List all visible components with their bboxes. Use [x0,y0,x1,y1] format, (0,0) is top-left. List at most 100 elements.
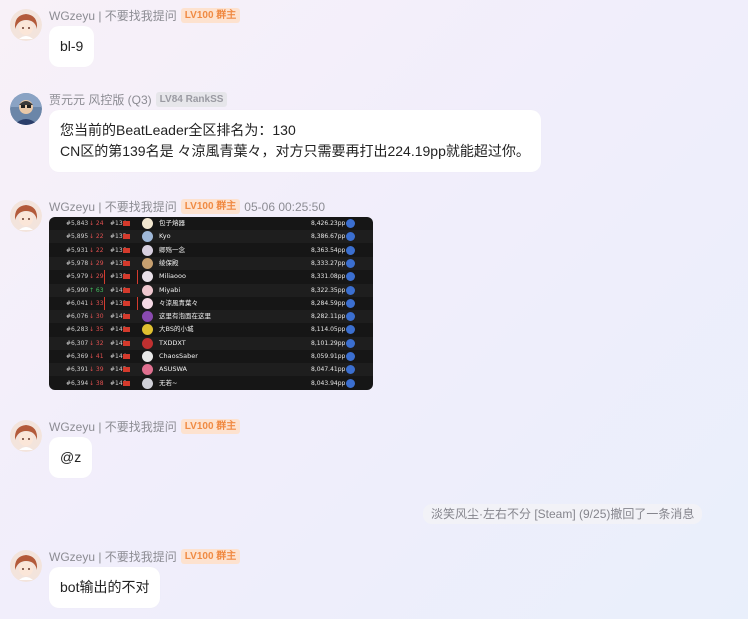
user-profile-icon[interactable] [346,272,355,282]
anime-girl-avatar-icon[interactable] [10,9,42,41]
message-bubble[interactable]: bl-9 [49,26,95,67]
global-rank: #6,041 [66,299,89,307]
message-bubble[interactable]: @z [49,437,93,478]
player-pp: 8,322.35pp [311,286,346,294]
player-name: 无若~ [159,378,178,387]
user-profile-icon[interactable] [346,298,355,308]
owner-badge: LV100 群主 [180,549,241,564]
rank-change: ↓ 29 [89,273,104,281]
flag-icon [123,234,130,240]
player-avatar-icon [142,284,153,296]
player-avatar-icon [142,377,153,389]
flag-icon [123,287,130,293]
player-avatar-icon [142,297,153,309]
rank-change: ↓ 24 [89,220,104,227]
user-profile-icon[interactable] [346,232,355,242]
global-rank: #6,391 [66,366,89,374]
leaderboard-row: #5,978 ↓ 29 #137 绫保殿 8,333.27pp [49,256,373,270]
message-bubble[interactable]: 您当前的BeatLeader全区排名为：130 CN区的第139名是 々涼風青葉… [49,110,541,172]
leaderboard-row: #5,979 ↓ 29 #138 Miliaooo 8,331.08pp [49,270,373,283]
leaderboard-row: #6,041 ↓ 33 #139 々涼風青葉々 8,284.59pp [49,297,373,310]
rank-change: ↓ 29 [89,259,104,267]
message-meta: WGzeyu | 不要找我提问 LV100 群主 [49,7,241,24]
player-pp: 8,331.08pp [311,273,346,281]
player-avatar-icon [142,257,153,269]
player-avatar-icon [142,351,153,362]
user-profile-icon[interactable] [346,258,355,268]
user-profile-icon[interactable] [346,285,355,295]
sender-name[interactable]: WGzeyu | 不要找我提问 [49,418,177,435]
player-avatar-icon [142,218,153,229]
flag-icon [123,327,130,333]
player-avatar-icon [142,324,153,336]
rank-change: ↓ 39 [89,366,104,374]
player-pp: 8,043.94pp [311,379,346,387]
rank-change: ↓ 30 [89,313,104,321]
player-avatar-icon [142,271,153,283]
owner-badge: LV100 群主 [180,8,241,23]
player-name: Miliaooo [159,272,186,281]
global-rank: #6,307 [66,339,89,347]
anime-girl-avatar-icon[interactable] [10,200,42,232]
user-profile-icon[interactable] [346,365,355,375]
owner-badge: LV100 群主 [180,199,241,214]
rank-change: ↓ 35 [89,326,104,334]
player-pp: 8,114.05pp [311,326,346,334]
leaderboard-row: #5,895 ↓ 22 #135 Kyo 8,386.67pp [49,230,373,244]
player-name: Kyo [159,232,171,241]
leaderboard-image[interactable]: #5,843 ↓ 24 #134 包子熔器 8,426.23pp #5,895 ↓ 22 #1… [49,217,373,390]
user-profile-icon[interactable] [346,338,355,348]
sender-name[interactable]: WGzeyu | 不要找我提问 [49,548,177,565]
player-pp: 8,386.67pp [311,233,346,241]
player-name: 这里有泡面在这里 [159,312,211,321]
player-pp: 8,363.54pp [311,246,346,254]
flag-icon [123,380,130,386]
leaderboard-row: #6,076 ↓ 30 #141 这里有泡面在这里 8,282.11pp [49,310,373,324]
flag-icon [123,274,130,280]
user-profile-icon[interactable] [346,219,355,228]
global-rank: #5,895 [66,233,89,241]
global-rank: #6,394 [66,379,89,387]
leaderboard-row: #6,394 ↓ 38 #146 无若~ 8,043.94pp [49,377,373,390]
rank-change: ↓ 41 [89,353,104,360]
message-meta: WGzeyu | 不要找我提问 LV100 群主 [49,418,241,435]
player-pp: 8,426.23pp [311,220,346,227]
user-profile-icon[interactable] [346,325,355,335]
global-rank: #5,931 [66,246,89,254]
rank-change: ↑ 63 [89,286,104,294]
user-profile-icon[interactable] [346,352,355,361]
leaderboard-row: #6,283 ↓ 35 #142 大BS的小城 8,114.05pp [49,323,373,336]
rank-change: ↓ 33 [89,299,104,307]
player-avatar-icon [142,231,153,243]
rank-change: ↓ 22 [89,246,104,254]
player-pp: 8,047.41pp [311,366,346,374]
global-rank: #6,076 [66,313,89,321]
flag-icon [123,221,130,226]
player-avatar-icon [142,244,153,256]
user-profile-icon[interactable] [346,312,355,322]
anime-girl-avatar-icon[interactable] [10,550,42,582]
message-meta: 贾元元 风控版 (Q3) LV84 RankSS [49,91,228,108]
anime-girl-avatar-icon[interactable] [10,420,42,452]
sender-name[interactable]: WGzeyu | 不要找我提问 [49,198,177,215]
player-avatar-icon [142,364,153,376]
player-name: 绫保殿 [159,258,179,267]
global-rank: #5,979 [66,273,89,281]
player-name: ChaosSaber [159,352,198,360]
sender-name[interactable]: WGzeyu | 不要找我提问 [49,7,177,24]
message-timestamp: 05-06 00:25:50 [244,199,326,214]
message-bubble[interactable]: bot输出的不对 [49,567,161,608]
message-line: 您当前的BeatLeader全区排名为：130 [60,122,296,138]
message-line: CN区的第139名是 々涼風青葉々，对方只需要再打出224.19pp就能超过你。 [60,143,530,159]
flag-icon [123,300,130,306]
sender-name[interactable]: 贾元元 风控版 (Q3) [49,91,152,108]
player-pp: 8,059.91pp [311,353,346,360]
player-name: TXDDXT [159,338,186,347]
player-pp: 8,282.11pp [311,313,346,321]
person-photo-avatar-icon[interactable] [10,93,42,125]
flag-icon [123,247,130,253]
player-pp: 8,284.59pp [311,299,346,307]
flag-icon [123,367,130,373]
user-profile-icon[interactable] [346,245,355,255]
user-profile-icon[interactable] [346,378,355,388]
